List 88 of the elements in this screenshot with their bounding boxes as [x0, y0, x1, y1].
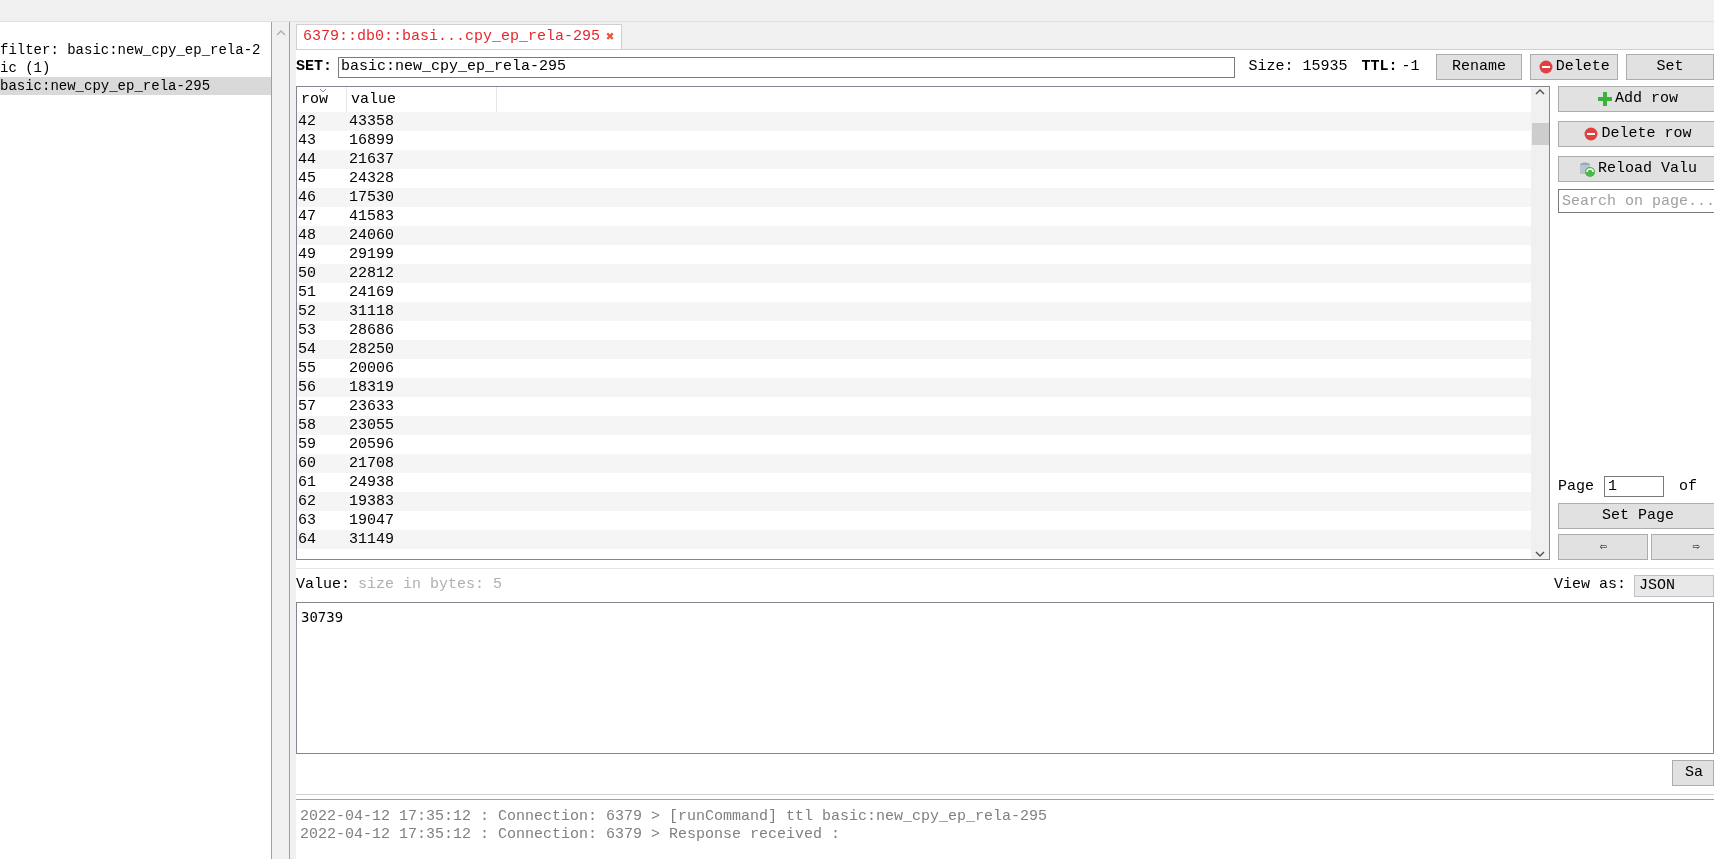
table-cell-text: 60 [297, 454, 317, 473]
action-button[interactable]: Rename [1435, 54, 1523, 80]
scrollbar[interactable] [1531, 87, 1549, 559]
table-cell-text: 21708 [348, 454, 395, 473]
table-cell-text: 24938 [348, 473, 395, 492]
size-label: Size: 15935 [1248, 56, 1348, 77]
ttl-label: TTL: [1361, 56, 1398, 77]
sort-icon [319, 88, 327, 93]
table-cell-text: 19383 [348, 492, 395, 511]
minus-icon [1584, 127, 1599, 141]
scroll-thumb[interactable] [1531, 123, 1549, 145]
table-cell-text: 63 [297, 511, 317, 530]
table-cell-text: 55 [297, 359, 317, 378]
log-line: 2022-04-12 17:35:12 : Connection: 6379 > [runCommand] ttl basic:new_cpy_ep_rela-295 [300, 808, 1049, 826]
previous-page-button[interactable]: ⇦ [1558, 534, 1648, 560]
value-editor[interactable]: 30739 [296, 602, 1714, 754]
size-hint: size in bytes: 5 [358, 575, 503, 596]
side-button[interactable]: Add row [1558, 86, 1714, 112]
action-button[interactable]: Delete [1530, 54, 1619, 80]
table-cell-text: 22812 [348, 264, 395, 283]
table-cell-text: 28686 [348, 321, 395, 340]
table-cell-text: 61 [297, 473, 317, 492]
table-cell-text: 24169 [348, 283, 395, 302]
action-button[interactable]: Set [1626, 54, 1714, 80]
page-field[interactable]: 1 [1604, 476, 1664, 498]
table-cell-text: 21637 [348, 150, 395, 169]
scroll-up-icon [274, 28, 287, 38]
tab[interactable]: 6379::db0::basi...cpy_ep_rela-295 ✖ [296, 24, 622, 49]
page-label: Page [1558, 476, 1594, 497]
table-cell-text: 64 [297, 530, 317, 549]
table-cell-text: 62 [297, 492, 317, 511]
set-page-button[interactable]: Set Page [1558, 503, 1714, 529]
reload-icon [1579, 161, 1595, 177]
table-cell-text: 23055 [348, 416, 395, 435]
table-cell-text: 54 [297, 340, 317, 359]
table-cell-text: 18319 [348, 378, 395, 397]
table-cell-text: 43358 [348, 112, 395, 131]
tab-label[interactable]: 6379::db0::basi...cpy_ep_rela-295 [303, 25, 601, 49]
table-cell-text: 24060 [348, 226, 395, 245]
table-cell-text: 48 [297, 226, 317, 245]
side-button[interactable]: Delete row [1558, 121, 1714, 147]
table-cell-text: 59 [297, 435, 317, 454]
close-icon[interactable]: ✖ [606, 26, 615, 48]
type-label: SET: [296, 56, 332, 77]
table-cell-text: 47 [297, 207, 317, 226]
table-cell-text: 23633 [348, 397, 395, 416]
table-cell-text: 16899 [348, 131, 395, 150]
scroll-down-icon [1534, 549, 1546, 559]
minus-icon [1538, 60, 1553, 74]
table-cell-text: 42 [297, 112, 317, 131]
table-cell-text: 57 [297, 397, 317, 416]
table-cell-text: 52 [297, 302, 317, 321]
key-field[interactable]: basic:new_cpy_ep_rela-295 [338, 56, 1235, 78]
ttl-value: -1 [1401, 56, 1420, 77]
table-cell-text: 20596 [348, 435, 395, 454]
table-cell-text: 28250 [348, 340, 395, 359]
table-cell-text: 31118 [348, 302, 395, 321]
scroll-up-icon [1534, 87, 1546, 97]
plus-icon [1598, 92, 1612, 106]
table-cell-text: 53 [297, 321, 317, 340]
table-cell-text: 51 [297, 283, 317, 302]
save-button[interactable]: Sa [1672, 760, 1714, 786]
table-cell-text: 17530 [348, 188, 395, 207]
table-cell-text: 56 [297, 378, 317, 397]
table-cell-text: 46 [297, 188, 317, 207]
log-line: 2022-04-12 17:35:12 : Connection: 6379 > Response received : [300, 826, 842, 844]
table-cell-text: 24328 [348, 169, 395, 188]
side-button[interactable]: Reload Valu [1558, 156, 1714, 182]
table-cell-text: 31149 [348, 530, 395, 549]
format-dropdown[interactable]: JSON [1634, 574, 1714, 597]
table-cell-text: 58 [297, 416, 317, 435]
table-cell-text: 43 [297, 131, 317, 150]
table-cell-text: 41583 [348, 207, 395, 226]
table-cell-text: 44 [297, 150, 317, 169]
table-cell-text: 50 [297, 264, 317, 283]
of-label: of [1679, 476, 1698, 497]
search-field[interactable]: Search on page... [1558, 189, 1714, 213]
value-label: Value: [296, 575, 350, 596]
tree-item[interactable]: basic:new_cpy_ep_rela-295 [0, 77, 271, 95]
table-cell-text: 29199 [348, 245, 395, 264]
table-cell-text: 49 [297, 245, 317, 264]
table-cell-text: 45 [297, 169, 317, 188]
next-page-button[interactable]: ⇨ [1651, 534, 1714, 560]
view-as-label: View as: [1554, 575, 1626, 596]
tree-item[interactable]: ic (1) [0, 59, 271, 77]
table-cell-text: 20006 [348, 359, 395, 378]
table-cell-text: 19047 [348, 511, 395, 530]
filter-label: filter: basic:new_cpy_ep_rela-2 [0, 41, 262, 59]
